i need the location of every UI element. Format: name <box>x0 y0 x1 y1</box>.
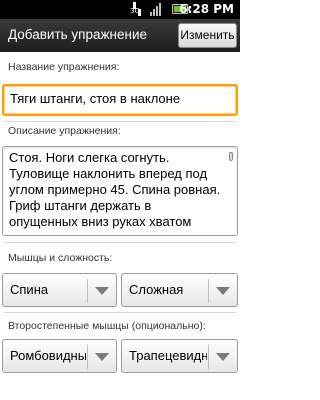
spinner-divider <box>208 345 209 369</box>
edit-button[interactable]: Изменить <box>178 23 237 48</box>
signal-icon <box>150 2 164 16</box>
secondary-muscle-1-spinner[interactable]: Ромбовидны <box>2 339 117 373</box>
secondary-muscles-label: Второстепенные мышцы (опционально): <box>8 320 206 332</box>
status-bar: 3G 6:28 PM <box>0 0 240 19</box>
chevron-down-icon <box>95 353 109 361</box>
spinner-divider <box>208 279 209 303</box>
page-title: Добавить упражнение <box>8 27 147 42</box>
spinner-divider <box>87 279 88 303</box>
muscle-spinner-value: Спина <box>10 282 49 297</box>
exercise-name-input[interactable]: Тяги штанги, стоя в наклоне <box>2 84 238 116</box>
muscle-spinner[interactable]: Спина <box>2 273 117 307</box>
exercise-description-text: Стоя. Ноги слегка согнуть. Туловище накл… <box>9 150 221 229</box>
chevron-down-icon <box>95 287 109 295</box>
difficulty-spinner-value: Сложная <box>129 282 184 297</box>
divider <box>4 242 236 243</box>
network-3g-icon: 3G <box>130 2 144 16</box>
muscles-difficulty-label: Мышцы и сложность: <box>8 252 113 264</box>
title-bar: Добавить упражнение Изменить <box>0 19 240 52</box>
difficulty-spinner[interactable]: Сложная <box>121 273 238 307</box>
exercise-name-label: Название упражнения: <box>8 61 120 73</box>
secondary-muscle-2-value: Трапецевидн <box>129 348 207 363</box>
divider <box>4 312 236 313</box>
scrollbar-thumb[interactable] <box>229 152 233 161</box>
spinner-divider <box>87 345 88 369</box>
chevron-down-icon <box>216 353 230 361</box>
divider <box>4 121 236 122</box>
clock: 6:28 PM <box>179 2 234 16</box>
network-label: 3G <box>130 7 140 15</box>
secondary-muscle-1-value: Ромбовидны <box>10 348 86 363</box>
exercise-description-input[interactable]: Стоя. Ноги слегка согнуть. Туловище накл… <box>2 146 238 236</box>
chevron-down-icon <box>216 287 230 295</box>
secondary-muscle-2-spinner[interactable]: Трапецевидн <box>121 339 238 373</box>
exercise-description-label: Описание упражнения: <box>8 125 121 137</box>
